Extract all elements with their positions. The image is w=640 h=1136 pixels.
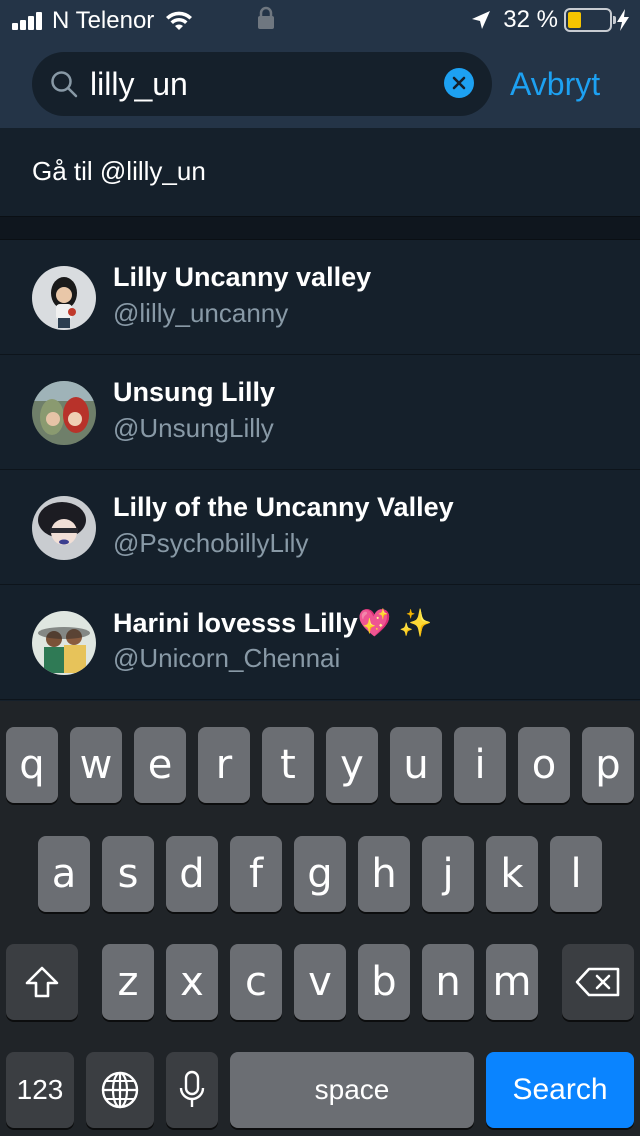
location-arrow-icon [472,11,491,29]
user-display-name: Unsung Lilly [113,377,275,407]
carrier-name: N Telenor [52,7,155,34]
user-result-row[interactable]: Lilly of the Uncanny Valley @Psychobilly… [0,470,640,585]
key-h[interactable]: h [358,836,410,912]
key-e[interactable]: e [134,727,186,803]
key-x[interactable]: x [166,944,218,1020]
search-key[interactable]: Search [486,1052,634,1128]
key-l[interactable]: l [550,836,602,912]
avatar [32,611,96,675]
section-divider [0,216,640,240]
user-display-name: Harini lovesss Lilly💖 ✨ [113,608,433,638]
orientation-lock-icon [258,6,274,29]
goto-user-label: Gå til @lilly_un [32,156,206,186]
user-display-name: Lilly of the Uncanny Valley [113,492,454,522]
user-result-row[interactable]: Unsung Lilly @UnsungLilly [0,355,640,470]
clear-search-button[interactable] [444,68,474,98]
key-d[interactable]: d [166,836,218,912]
dictation-key[interactable] [166,1052,218,1128]
key-i[interactable]: i [454,727,506,803]
user-display-name: Lilly Uncanny valley [113,262,372,292]
key-r[interactable]: r [198,727,250,803]
close-icon [452,76,466,90]
shift-key[interactable] [6,944,78,1020]
key-z[interactable]: z [102,944,154,1020]
key-o[interactable]: o [518,727,570,803]
key-s[interactable]: s [102,836,154,912]
avatar [32,266,96,330]
status-bar: N Telenor 32 % [0,0,640,40]
key-t[interactable]: t [262,727,314,803]
key-a[interactable]: a [38,836,90,912]
globe-icon [101,1071,139,1109]
key-b[interactable]: b [358,944,410,1020]
search-input[interactable]: lilly_un [32,52,492,116]
goto-user-row[interactable]: Gå til @lilly_un [0,128,640,216]
microphone-icon [179,1070,205,1107]
user-handle: @Unicorn_Chennai [113,643,341,673]
key-k[interactable]: k [486,836,538,912]
user-result-row[interactable]: Harini lovesss Lilly💖 ✨ @Unicorn_Chennai [0,585,640,700]
wifi-icon [166,11,193,30]
user-handle: @lilly_uncanny [113,298,289,328]
key-p[interactable]: p [582,727,634,803]
user-result-row[interactable]: Lilly Uncanny valley @lilly_uncanny [0,240,640,355]
search-query: lilly_un [90,66,188,102]
key-y[interactable]: y [326,727,378,803]
header: N Telenor 32 % lilly_un Avbryt [0,0,640,128]
globe-key[interactable] [86,1052,154,1128]
charging-bolt-icon [617,9,629,31]
user-handle: @PsychobillyLily [113,528,309,558]
battery-icon [564,8,616,32]
cancel-button[interactable]: Avbryt [510,64,600,104]
key-q[interactable]: q [6,727,58,803]
key-w[interactable]: w [70,727,122,803]
backspace-icon [575,967,620,997]
backspace-key[interactable] [562,944,634,1020]
key-m[interactable]: m [486,944,538,1020]
key-u[interactable]: u [390,727,442,803]
avatar [32,496,96,560]
key-c[interactable]: c [230,944,282,1020]
user-handle: @UnsungLilly [113,413,274,443]
key-g[interactable]: g [294,836,346,912]
numbers-key[interactable]: 123 [6,1052,74,1128]
keyboard: q w e r t y u i o p a s d f g h j k l z … [0,701,640,1136]
battery-percentage: 32 % [503,6,558,33]
avatar [32,381,96,445]
signal-strength-icon [12,12,44,30]
shift-icon [25,966,59,998]
search-results-list: Lilly Uncanny valley @lilly_uncanny Unsu… [0,240,640,700]
key-j[interactable]: j [422,836,474,912]
key-n[interactable]: n [422,944,474,1020]
key-f[interactable]: f [230,836,282,912]
key-v[interactable]: v [294,944,346,1020]
space-key[interactable]: space [230,1052,474,1128]
search-icon [51,71,78,98]
